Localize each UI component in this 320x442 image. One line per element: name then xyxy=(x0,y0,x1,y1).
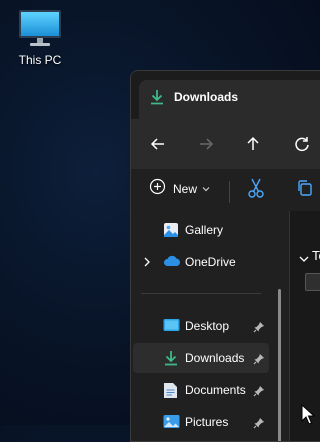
sidebar-item-label: Downloads xyxy=(185,351,245,365)
documents-icon xyxy=(163,382,178,404)
sidebar-item-pictures[interactable]: Pictures xyxy=(131,407,271,437)
pin-icon[interactable] xyxy=(253,384,265,402)
forward-arrow-icon[interactable] xyxy=(195,133,217,155)
chevron-down-icon[interactable] xyxy=(298,251,310,269)
sidebar-item-desktop[interactable]: Desktop xyxy=(131,311,271,341)
desktop-icon-label: This PC xyxy=(18,53,62,67)
sidebar-item-label: Desktop xyxy=(185,319,230,333)
title-bar: Downloads xyxy=(131,71,320,119)
pin-icon[interactable] xyxy=(253,352,265,370)
chevron-down-icon xyxy=(202,180,210,198)
file-item-icon[interactable] xyxy=(305,273,320,291)
gallery-icon xyxy=(163,222,179,243)
new-label: New xyxy=(173,182,198,196)
chevron-right-icon[interactable] xyxy=(142,255,152,273)
sidebar-item-documents[interactable]: Documents xyxy=(131,375,271,405)
sidebar-item-downloads[interactable]: Downloads xyxy=(133,343,269,373)
sidebar-divider xyxy=(141,293,261,294)
mouse-cursor-icon xyxy=(301,403,316,430)
desktop-icon-this-pc[interactable]: This PC xyxy=(12,8,68,67)
pin-icon[interactable] xyxy=(253,416,265,434)
download-arrow-icon xyxy=(163,350,179,371)
refresh-icon[interactable] xyxy=(291,133,313,155)
sidebar-item-label: Documents xyxy=(185,383,246,397)
file-explorer-window: Downloads New Gallery OneDrive Desktop D… xyxy=(130,70,320,442)
sidebar-item-label: Gallery xyxy=(185,223,224,237)
pictures-icon xyxy=(163,414,180,434)
sidebar-scrollbar[interactable] xyxy=(278,289,281,441)
sidebar-item-gallery[interactable]: Gallery xyxy=(131,215,271,245)
navigation-pane: Gallery OneDrive Desktop Downloads Docum… xyxy=(131,211,289,441)
pin-icon[interactable] xyxy=(253,320,265,338)
sidebar-item-label: OneDrive xyxy=(185,255,236,269)
plus-circle-icon xyxy=(149,178,166,200)
sidebar-item-label: Pictures xyxy=(185,415,229,429)
back-arrow-icon[interactable] xyxy=(147,133,169,155)
tab-title: Downloads xyxy=(174,90,239,104)
toolbar-divider xyxy=(229,181,230,203)
scissors-icon[interactable] xyxy=(247,177,265,204)
navigation-bar xyxy=(131,119,320,169)
up-arrow-icon[interactable] xyxy=(242,133,264,155)
group-header[interactable]: To xyxy=(312,248,320,263)
cloud-icon xyxy=(163,254,181,273)
download-arrow-icon xyxy=(149,89,165,110)
copy-icon[interactable] xyxy=(296,179,314,202)
new-button[interactable]: New xyxy=(149,177,210,201)
monitor-icon xyxy=(19,10,61,46)
tab-downloads[interactable]: Downloads xyxy=(139,80,320,119)
desktop-folder-icon xyxy=(163,318,180,338)
sidebar-item-onedrive[interactable]: OneDrive xyxy=(131,247,271,277)
command-bar: New xyxy=(131,169,320,212)
